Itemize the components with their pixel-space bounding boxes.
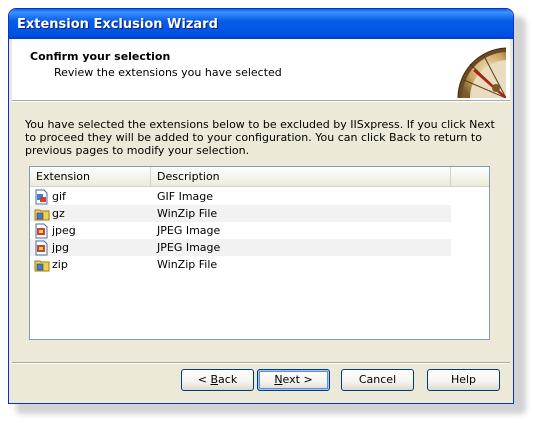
gif-image-icon: [35, 189, 48, 205]
jpeg-image-icon: [35, 240, 48, 256]
next-button[interactable]: Next >: [257, 369, 330, 391]
list-item[interactable]: jpeg JPEG Image: [30, 222, 451, 239]
winzip-folder-icon: [34, 209, 50, 221]
description-cell: JPEG Image: [157, 224, 221, 237]
description-cell: WinZip File: [157, 207, 218, 220]
back-button-mnemonic: B: [210, 373, 219, 386]
extension-cell: gz: [52, 207, 65, 220]
footer-divider: [12, 362, 510, 364]
extension-cell: jpg: [52, 241, 70, 254]
description-cell: WinZip File: [157, 258, 218, 271]
compass-dial-icon: [457, 47, 506, 98]
list-item[interactable]: jpg JPEG Image: [30, 239, 451, 256]
column-header-extension[interactable]: Extension: [30, 167, 151, 186]
window-title: Extension Exclusion Wizard: [17, 17, 218, 32]
extension-cell: gif: [52, 190, 66, 203]
back-button[interactable]: < Back: [181, 369, 254, 391]
extension-cell: jpeg: [52, 224, 76, 237]
header-subtitle: Review the extensions you have selected: [54, 66, 282, 79]
header-divider: [12, 100, 510, 102]
wizard-window: Extension Exclusion Wizard Confirm your …: [8, 8, 514, 404]
cancel-button[interactable]: Cancel: [341, 369, 414, 391]
header-title: Confirm your selection: [30, 50, 171, 63]
list-header: Extension Description: [30, 167, 489, 187]
description-cell: JPEG Image: [157, 241, 221, 254]
help-button[interactable]: Help: [427, 369, 500, 391]
jpeg-image-icon: [35, 223, 48, 239]
next-button-mnemonic: N: [274, 373, 283, 386]
extension-list[interactable]: Extension Description gif GIF Image gz W…: [29, 166, 490, 340]
extension-cell: zip: [52, 258, 68, 271]
column-header-filler: [451, 167, 489, 186]
list-item[interactable]: gif GIF Image: [30, 188, 451, 205]
title-bar[interactable]: Extension Exclusion Wizard: [9, 9, 513, 39]
back-button-prefix: <: [197, 373, 211, 386]
wizard-header: Confirm your selection Review the extens…: [12, 39, 510, 100]
column-header-description[interactable]: Description: [151, 167, 451, 186]
next-button-label: ext >: [282, 373, 313, 386]
dialog-body: Confirm your selection Review the extens…: [12, 39, 510, 400]
intro-text: You have selected the extensions below t…: [25, 118, 495, 157]
back-button-label: ack: [218, 373, 238, 386]
description-cell: GIF Image: [157, 190, 214, 203]
winzip-folder-icon: [34, 260, 50, 272]
list-item[interactable]: zip WinZip File: [30, 256, 451, 273]
list-item[interactable]: gz WinZip File: [30, 205, 451, 222]
